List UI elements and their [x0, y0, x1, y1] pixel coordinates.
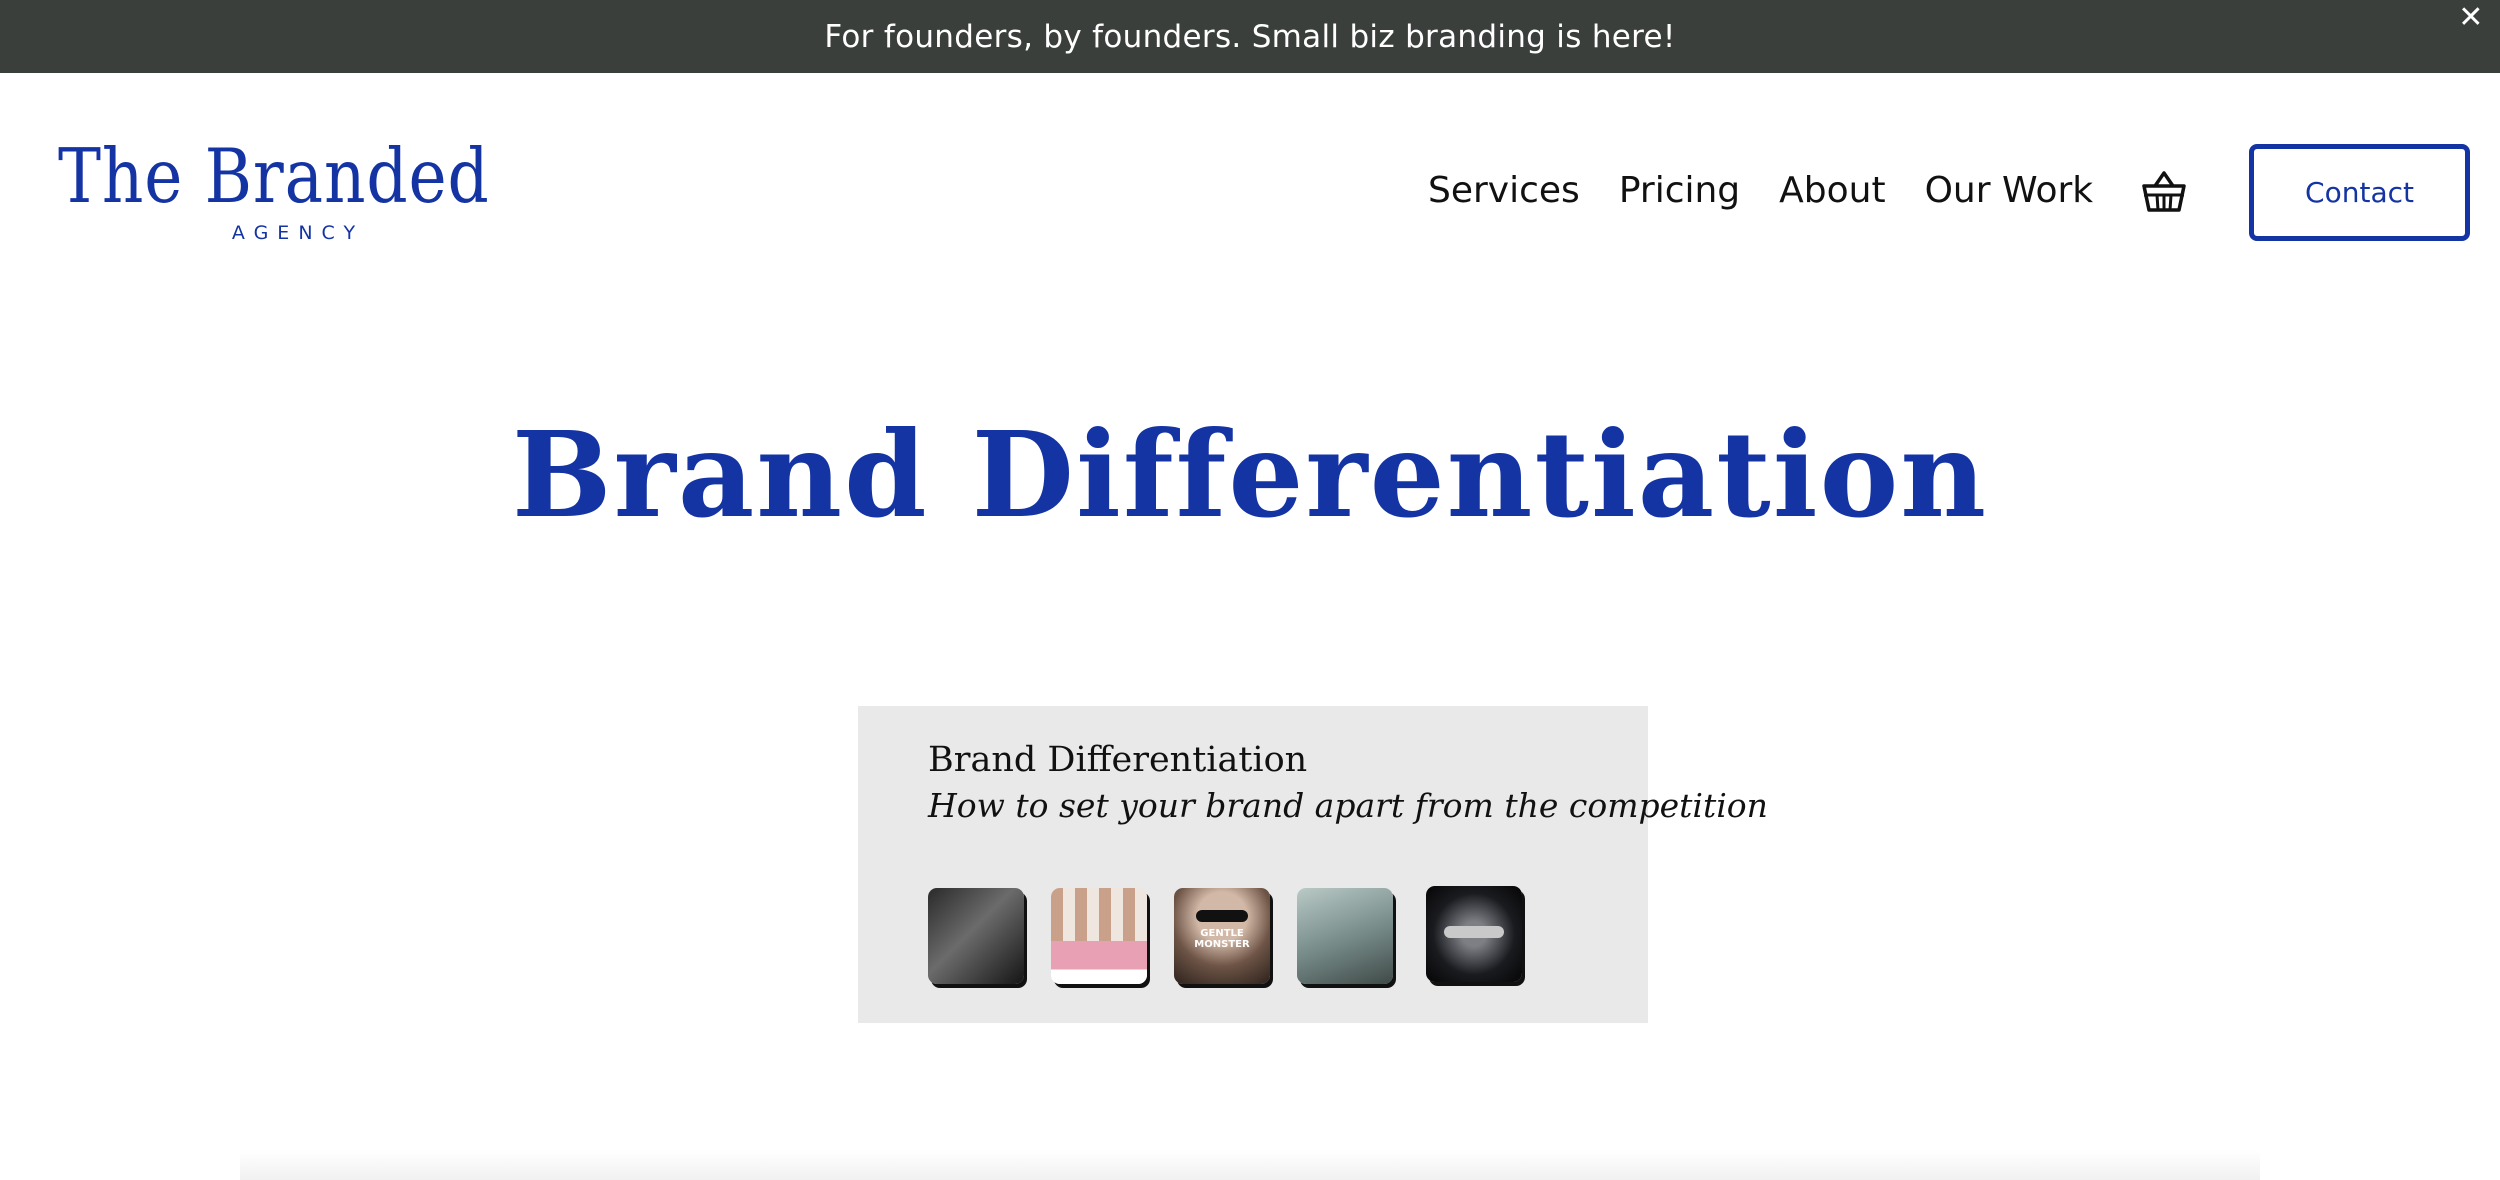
announcement-text: For founders, by founders. Small biz bra… [824, 18, 1676, 55]
nav-item-our-work[interactable]: Our Work [1925, 170, 2094, 211]
sunglasses-shape [1196, 910, 1248, 922]
page-title: Brand Differentiation [511, 405, 1989, 544]
brand-logo[interactable]: The Branded AGENCY [58, 136, 498, 251]
contact-button[interactable]: Contact [2249, 144, 2470, 241]
thumbnail-image[interactable] [928, 888, 1024, 984]
close-icon[interactable]: ✕ [2454, 0, 2488, 36]
thumbnail-image[interactable] [1426, 886, 1522, 982]
nav-item-services[interactable]: Services [1428, 170, 1580, 211]
main-nav: Services Pricing About Our Work [1428, 160, 2132, 220]
visor-shape [1444, 926, 1504, 938]
thumbnail-label: GENTLE MONSTER [1194, 928, 1250, 950]
announcement-bar: For founders, by founders. Small biz bra… [0, 0, 2500, 73]
logo-subtext: AGENCY [231, 222, 365, 244]
card-title: Brand Differentiation [928, 740, 1308, 780]
nav-item-about[interactable]: About [1779, 170, 1885, 211]
nav-item-pricing[interactable]: Pricing [1619, 170, 1740, 211]
thumbnail-image[interactable]: GENTLE MONSTER [1174, 888, 1270, 984]
logo-wordmark: The Branded [58, 132, 490, 220]
thumbnail-image[interactable] [1297, 888, 1393, 984]
thumbnail-image[interactable] [1051, 888, 1147, 984]
section-divider [240, 1150, 2260, 1180]
basket-icon[interactable] [2140, 168, 2188, 216]
card-subtitle: How to set your brand apart from the com… [928, 786, 1768, 825]
article-card: Brand Differentiation How to set your br… [858, 706, 1768, 1023]
